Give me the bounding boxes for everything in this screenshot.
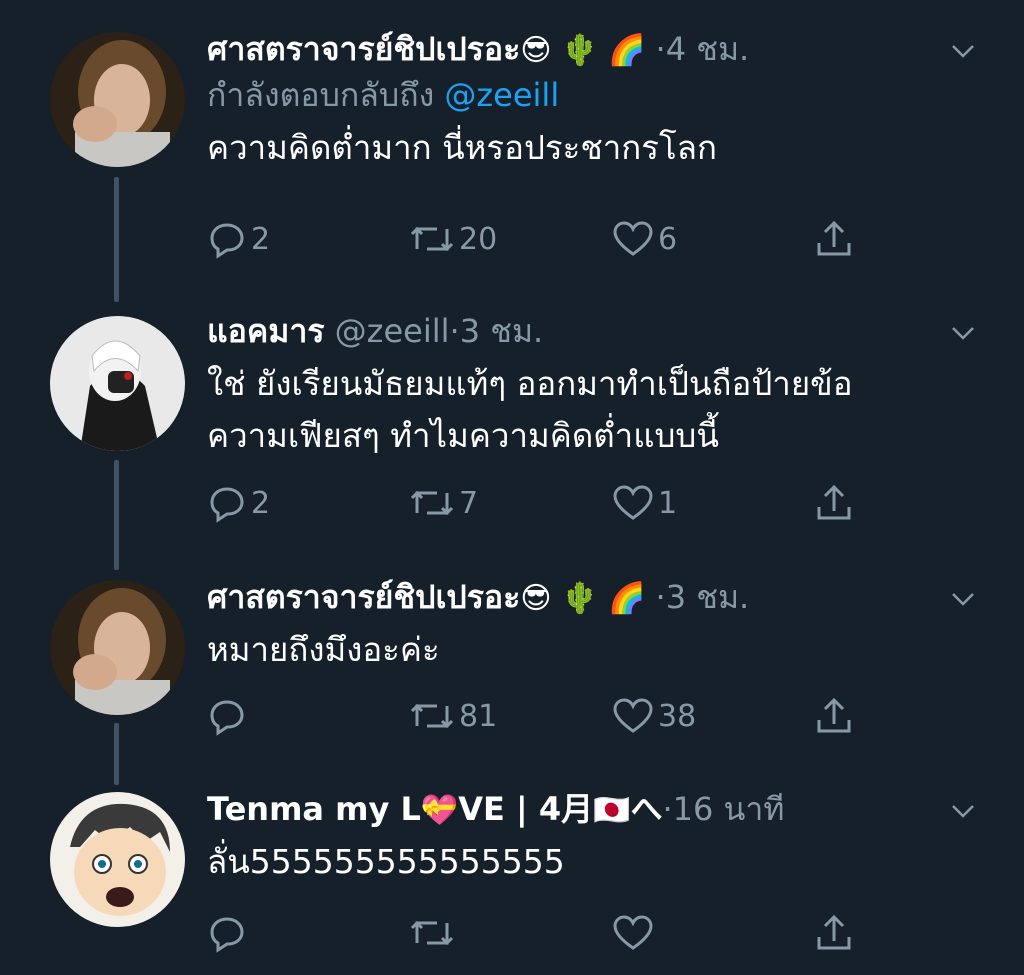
share-button[interactable] xyxy=(814,214,854,264)
reply-count: 2 xyxy=(251,221,271,257)
tweet[interactable]: แอคมาร @zeeill·3 ชม. ใช่ ยังเรียนมัธยมแท… xyxy=(0,290,1024,560)
separator: · xyxy=(655,578,666,616)
tweet-text: ความคิดต่ำมาก นี่หรอประชากรโลก xyxy=(207,122,984,174)
separator: · xyxy=(662,790,673,828)
tweet-text: ใช่ ยังเรียนมัธยมแท้ๆ ออกมาทำเป็นถือป้าย… xyxy=(207,358,984,462)
share-button[interactable] xyxy=(814,691,854,741)
action-bar: 2 20 6 xyxy=(207,214,867,264)
chevron-down-icon[interactable] xyxy=(950,798,976,824)
tweet-header: Tenma my L💝VE | 4月🇯🇵へ·16 นาที xyxy=(207,786,984,832)
avatar[interactable] xyxy=(50,32,185,167)
reply-icon xyxy=(210,223,244,259)
reply-button[interactable]: 2 xyxy=(207,214,270,264)
tweet[interactable]: ศาสตราจารย์ชิปเปรอะ😎 🌵 🌈 ·3 ชม. หมายถึงม… xyxy=(0,560,1024,780)
display-name-part: Tenma my L xyxy=(207,790,421,828)
chevron-down-icon[interactable] xyxy=(950,586,976,612)
tweet-text-line: ใช่ ยังเรียนมัธยมแท้ๆ ออกมาทำเป็นถือป้าย… xyxy=(207,364,853,403)
retweet-button[interactable]: 81 xyxy=(409,691,497,741)
avatar[interactable] xyxy=(50,316,185,451)
retweet-button[interactable]: 7 xyxy=(409,478,478,528)
replying-to: กำลังตอบกลับถึง @zeeill xyxy=(207,72,984,118)
timestamp[interactable]: 3 ชม. xyxy=(666,578,750,616)
tweet[interactable]: ศาสตราจารย์ชิปเปรอะ😎 🌵 🌈 ·4 ชม. กำลังตอบ… xyxy=(0,0,1024,290)
name-emojis: 😎 🌵 🌈 xyxy=(520,581,646,616)
reply-icon xyxy=(210,700,244,736)
timestamp[interactable]: 16 นาที xyxy=(673,790,785,828)
share-icon xyxy=(817,220,851,256)
display-name[interactable]: Tenma my L💝VE | 4月🇯🇵へ xyxy=(207,790,662,828)
display-name[interactable]: ศาสตราจารย์ชิปเปรอะ xyxy=(207,578,520,616)
heart-icon xyxy=(613,221,653,256)
tweet-header: แอคมาร @zeeill·3 ชม. xyxy=(207,308,984,354)
share-button[interactable] xyxy=(814,478,854,528)
separator: · xyxy=(449,312,460,350)
timestamp[interactable]: 3 ชม. xyxy=(460,312,544,350)
heart-icon xyxy=(613,698,653,733)
japan-flag-emoji: 🇯🇵 xyxy=(593,793,631,828)
share-icon xyxy=(817,914,851,950)
like-button[interactable]: 1 xyxy=(612,478,677,528)
action-bar xyxy=(207,908,867,958)
display-name-part: へ xyxy=(630,790,663,828)
action-bar: 81 38 xyxy=(207,691,867,741)
like-count: 38 xyxy=(658,698,697,734)
heart-icon xyxy=(613,915,653,950)
tweet-header: ศาสตราจารย์ชิปเปรอะ😎 🌵 🌈 ·3 ชม. xyxy=(207,574,984,620)
reply-icon xyxy=(210,487,244,523)
retweet-icon xyxy=(410,920,454,946)
reply-mention-link[interactable]: @zeeill xyxy=(444,76,559,114)
retweet-count: 7 xyxy=(459,485,479,521)
display-name[interactable]: ศาสตราจารย์ชิปเปรอะ xyxy=(207,30,520,68)
reply-button[interactable] xyxy=(207,908,251,958)
avatar[interactable] xyxy=(50,580,185,715)
display-name[interactable]: แอคมาร xyxy=(207,312,325,350)
reply-button[interactable] xyxy=(207,691,251,741)
tweet-text-line: ความคิดต่ำมาก นี่หรอประชากรโลก xyxy=(207,128,717,167)
reply-button[interactable]: 2 xyxy=(207,478,270,528)
reply-icon xyxy=(210,917,244,953)
retweet-count: 20 xyxy=(459,221,498,257)
timestamp[interactable]: 4 ชม. xyxy=(666,30,750,68)
chevron-down-icon[interactable] xyxy=(950,38,976,64)
tweet-text-line: หมายถึงมึงอะค่ะ xyxy=(207,630,440,669)
tweet-text: หมายถึงมึงอะค่ะ xyxy=(207,624,984,676)
retweet-icon xyxy=(410,490,454,516)
like-button[interactable]: 38 xyxy=(612,691,696,741)
tweet[interactable]: Tenma my L💝VE | 4月🇯🇵へ·16 นาที ลั่น555555… xyxy=(0,780,1024,975)
tweet-text-line: ลั่น555555555555555 xyxy=(207,842,565,881)
share-icon xyxy=(817,484,851,520)
retweet-button[interactable]: 20 xyxy=(409,214,497,264)
share-icon xyxy=(817,697,851,733)
retweet-count: 81 xyxy=(459,698,498,734)
retweet-icon xyxy=(410,226,454,252)
like-button[interactable]: 6 xyxy=(612,214,677,264)
name-emojis: 😎 🌵 🌈 xyxy=(520,33,646,68)
separator: · xyxy=(655,30,666,68)
heart-icon xyxy=(613,485,653,520)
tweet-text-line: ความเฟียสๆ ทำไมความคิดต่ำแบบนี้ xyxy=(207,416,719,455)
retweet-icon xyxy=(410,703,454,729)
heart-ribbon-emoji: 💝 xyxy=(420,793,459,828)
like-button[interactable] xyxy=(612,908,658,958)
avatar[interactable] xyxy=(50,792,185,927)
like-count: 6 xyxy=(658,221,678,257)
chevron-down-icon[interactable] xyxy=(950,320,976,346)
share-button[interactable] xyxy=(814,908,854,958)
reply-prefix: กำลังตอบกลับถึง xyxy=(207,76,435,114)
reply-count: 2 xyxy=(251,485,271,521)
action-bar: 2 7 1 xyxy=(207,478,867,528)
user-handle[interactable]: @zeeill xyxy=(335,312,450,350)
display-name-part: VE | 4月 xyxy=(458,790,594,828)
tweet-header: ศาสตราจารย์ชิปเปรอะ😎 🌵 🌈 ·4 ชม. xyxy=(207,26,984,72)
like-count: 1 xyxy=(658,485,678,521)
tweet-text: ลั่น555555555555555 xyxy=(207,836,984,888)
retweet-button[interactable] xyxy=(409,908,459,958)
